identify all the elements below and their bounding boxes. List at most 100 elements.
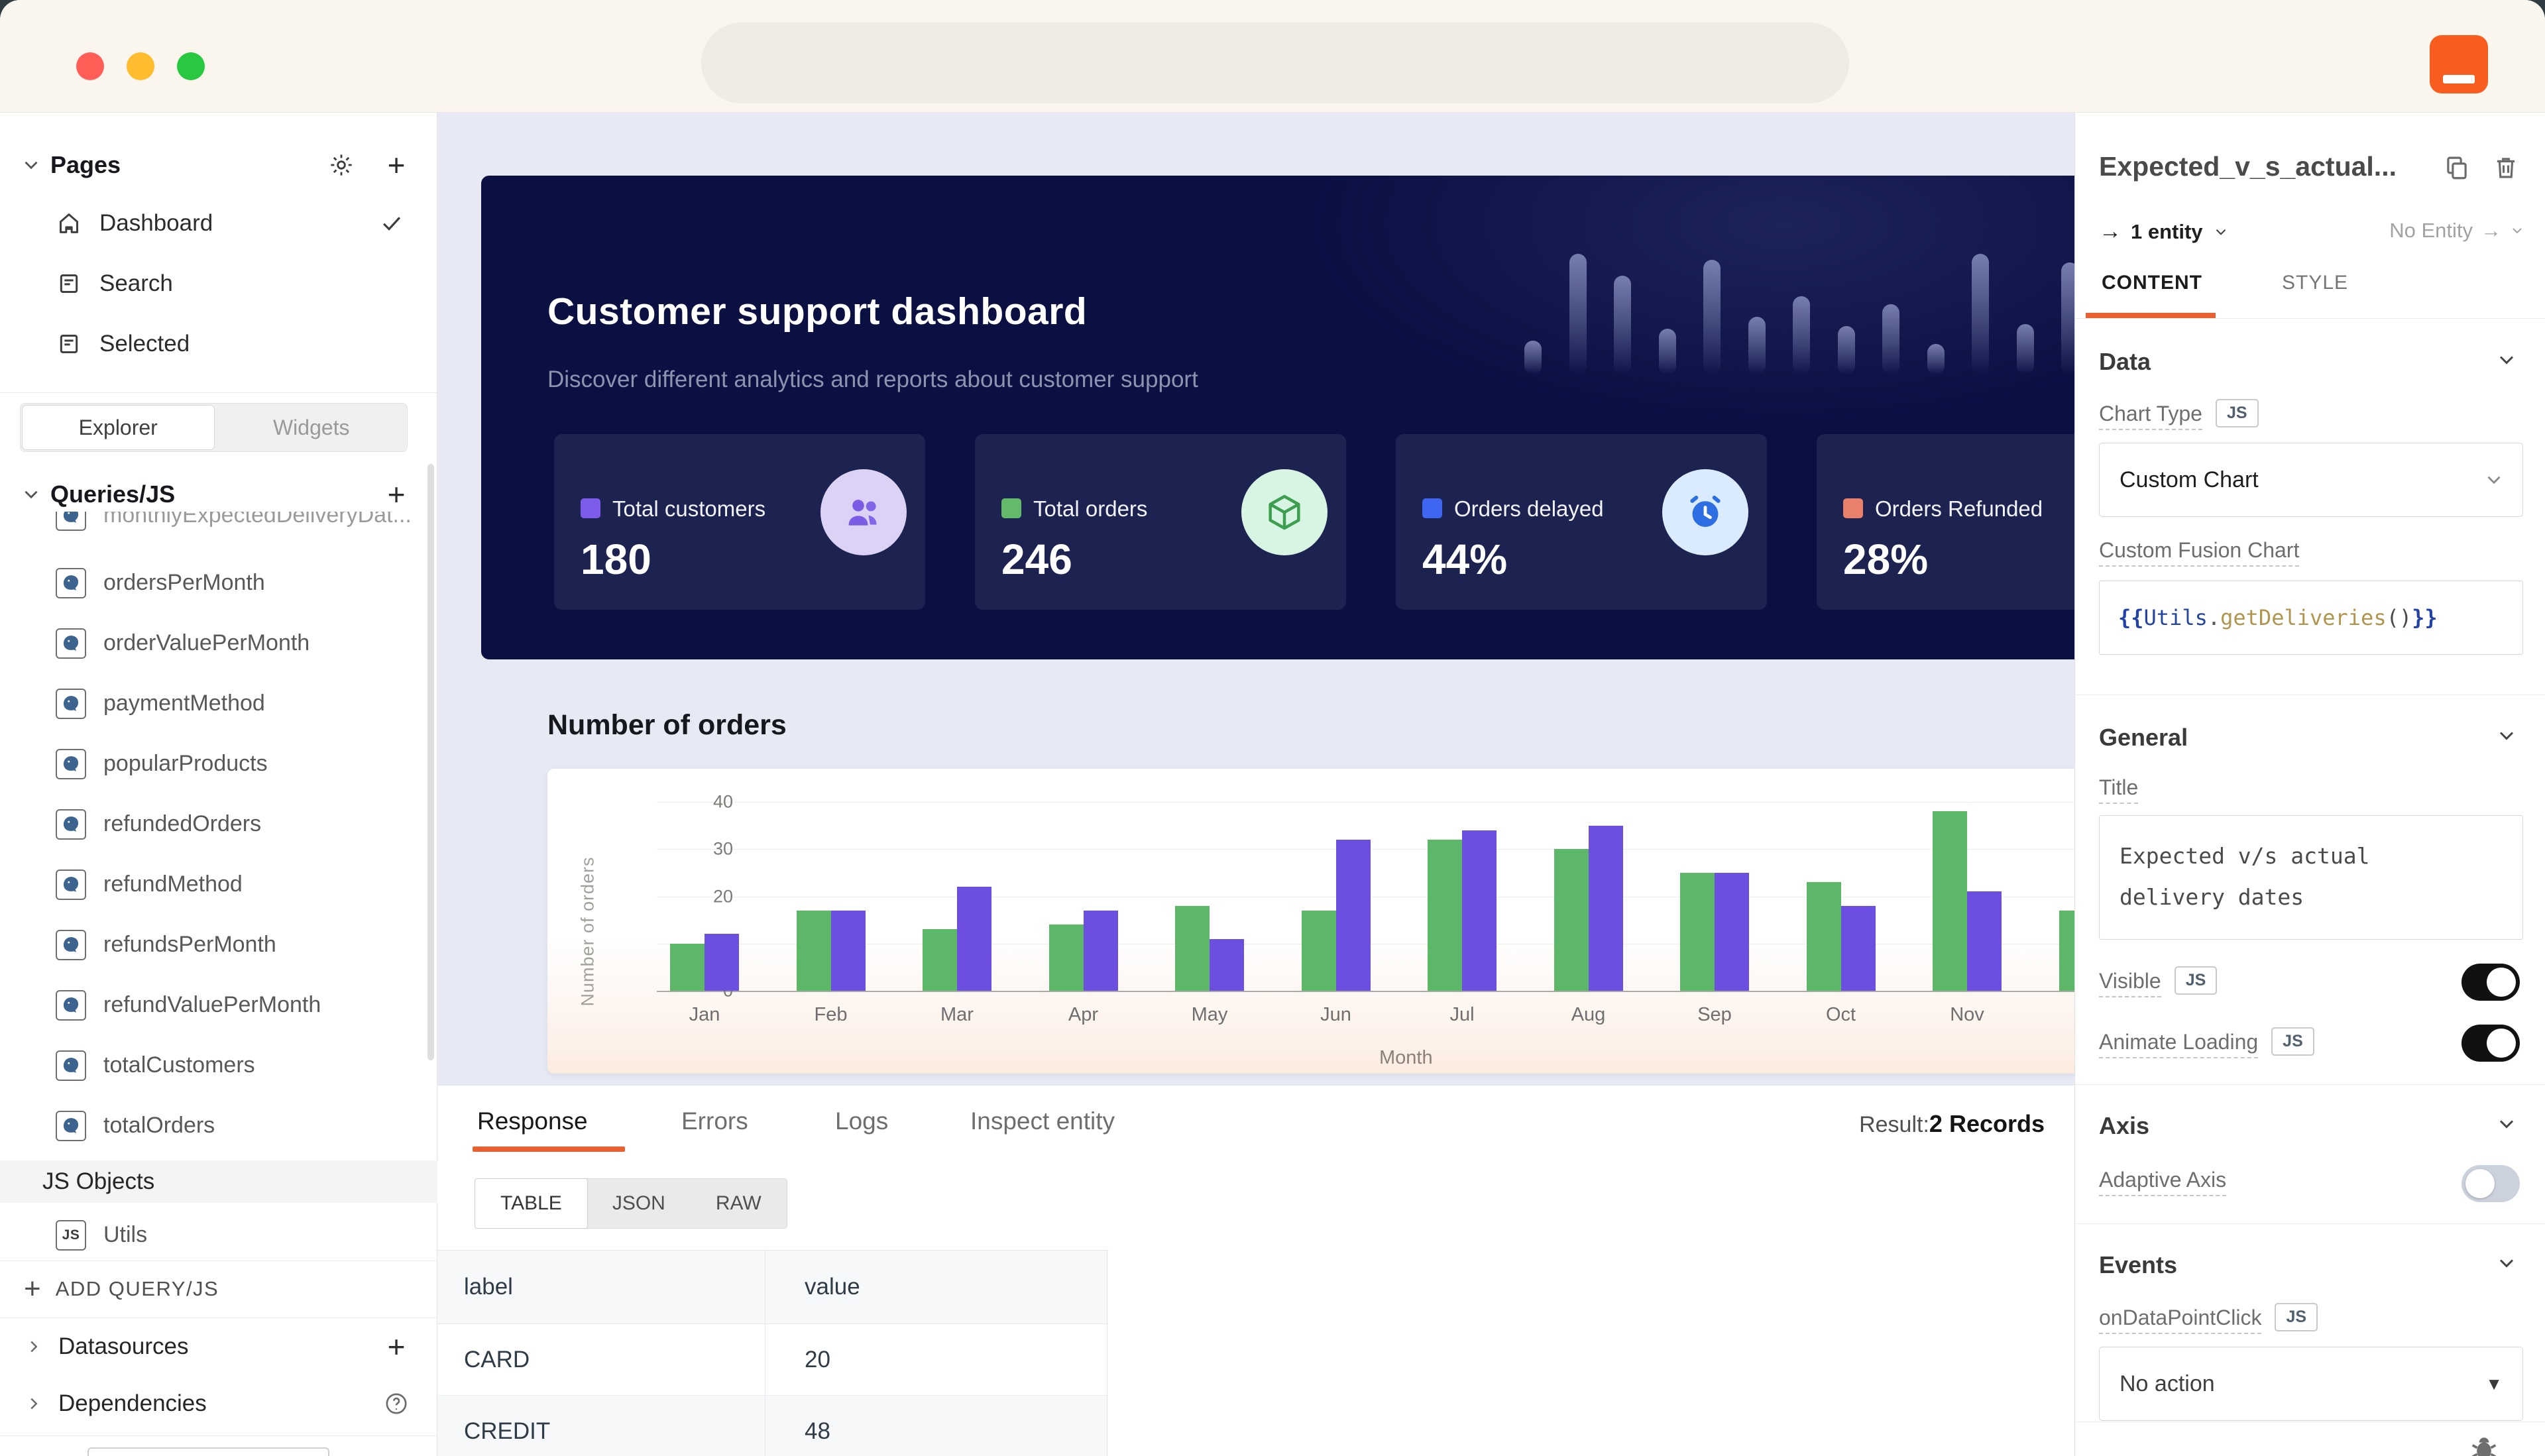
title-input[interactable]: Expected v/s actual delivery dates (2099, 815, 2523, 940)
stat-card[interactable]: Total customers180 (554, 434, 925, 610)
query-item[interactable]: refundValuePerMonth (0, 975, 437, 1035)
query-item[interactable]: refundedOrders (0, 794, 437, 854)
chart-type-label[interactable]: Chart Type (2099, 402, 2202, 430)
animate-loading-label[interactable]: Animate Loading (2099, 1030, 2258, 1058)
js-objects-header[interactable]: JS Objects (0, 1160, 437, 1203)
bar-expected-Sep[interactable] (1680, 873, 1715, 991)
trash-icon[interactable] (2492, 154, 2520, 182)
bar-actual-May[interactable] (1210, 939, 1244, 991)
js-toggle-button[interactable]: JS (2175, 966, 2218, 995)
sidebar-item-datasources[interactable]: Datasources + (0, 1325, 437, 1368)
tab-errors[interactable]: Errors (681, 1107, 748, 1135)
tab-response[interactable]: Response (477, 1107, 588, 1135)
view-table-button[interactable]: TABLE (475, 1178, 588, 1229)
address-bar[interactable] (701, 23, 1849, 103)
bar-actual-Oct[interactable] (1841, 906, 1876, 991)
add-datasource-button[interactable]: + (383, 1333, 410, 1360)
query-item[interactable]: popularProducts (0, 734, 437, 794)
chevron-down-icon[interactable] (2495, 1251, 2518, 1275)
tab-content[interactable]: CONTENT (2102, 272, 2202, 294)
sidebar-item-search[interactable]: Search (0, 262, 437, 305)
debug-bug-icon[interactable] (2467, 1430, 2501, 1456)
adaptive-axis-label[interactable]: Adaptive Axis (2099, 1168, 2226, 1196)
add-query-button[interactable]: + (383, 481, 410, 508)
chevron-down-icon[interactable] (2495, 724, 2518, 748)
bar-actual-Feb[interactable] (831, 911, 866, 991)
bar-actual-Apr[interactable] (1084, 911, 1118, 991)
custom-fusion-chart-input[interactable]: {{Utils.getDeliveries()}} (2099, 581, 2523, 655)
bar-expected-Jun[interactable] (1302, 911, 1336, 991)
query-item[interactable]: orderValuePerMonth (0, 613, 437, 673)
app-logo-icon[interactable] (2430, 35, 2488, 93)
custom-fusion-chart-label[interactable]: Custom Fusion Chart (2099, 538, 2299, 567)
tab-inspect-entity[interactable]: Inspect entity (970, 1107, 1115, 1135)
outgoing-entities[interactable]: No Entity → (2389, 219, 2525, 243)
add-query-js-button[interactable]: + ADD QUERY/JS (24, 1269, 219, 1309)
sidebar-scrollbar[interactable] (427, 464, 434, 1060)
section-general[interactable]: General (2099, 724, 2188, 752)
bar-expected-Jul[interactable] (1428, 840, 1462, 991)
bar-expected-Apr[interactable] (1049, 924, 1084, 991)
sidebar-item-dashboard[interactable]: Dashboard (0, 202, 437, 245)
chevron-down-icon[interactable] (2495, 348, 2518, 372)
js-toggle-button[interactable]: JS (2271, 1027, 2314, 1056)
copy-icon[interactable] (2443, 154, 2471, 182)
js-object-item[interactable]: JSUtils (0, 1205, 437, 1265)
query-item[interactable]: paymentMethod (0, 673, 437, 734)
query-item-clipped[interactable]: monthlyExpectedDeliveryDat... (0, 512, 437, 542)
bar-actual-Sep[interactable] (1715, 873, 1749, 991)
bar-actual-Nov[interactable] (1967, 891, 2002, 991)
sidebar-item-dependencies[interactable]: Dependencies (0, 1382, 437, 1425)
connect-git-button[interactable]: CONNECT GIT (BETA) (87, 1447, 329, 1456)
table-row[interactable]: CARD20 (437, 1324, 1108, 1396)
section-events[interactable]: Events (2099, 1251, 2177, 1279)
js-toggle-button[interactable]: JS (2275, 1303, 2318, 1331)
widget-name[interactable]: Expected_v_s_actual... (2099, 151, 2397, 182)
close-window-button[interactable] (76, 52, 104, 80)
gear-icon[interactable] (328, 152, 355, 178)
maximize-window-button[interactable] (177, 52, 205, 80)
query-item[interactable]: refundMethod (0, 854, 437, 915)
help-icon[interactable] (383, 1390, 410, 1417)
section-axis[interactable]: Axis (2099, 1112, 2149, 1140)
bar-expected-Mar[interactable] (923, 929, 957, 991)
on-data-point-click-label[interactable]: onDataPointClick (2099, 1306, 2261, 1334)
bar-actual-Aug[interactable] (1589, 826, 1623, 991)
bar-expected-Oct[interactable] (1807, 882, 1841, 991)
bar-actual-Jul[interactable] (1462, 830, 1497, 991)
bar-expected-Jan[interactable] (670, 944, 705, 991)
action-select[interactable]: No action ▼ (2099, 1347, 2523, 1421)
bar-expected-Feb[interactable] (797, 911, 831, 991)
pages-section-header[interactable]: Pages + (0, 144, 437, 186)
view-json-button[interactable]: JSON (587, 1179, 691, 1228)
table-row[interactable]: CREDIT48 (437, 1396, 1108, 1456)
adaptive-axis-toggle[interactable] (2461, 1165, 2520, 1202)
bar-actual-Jun[interactable] (1336, 840, 1371, 991)
incoming-entities[interactable]: → 1 entity (2099, 219, 2230, 245)
view-raw-button[interactable]: RAW (691, 1179, 787, 1228)
bar-actual-Mar[interactable] (957, 887, 991, 991)
visible-label[interactable]: Visible (2099, 969, 2161, 997)
query-item[interactable]: totalOrders (0, 1095, 437, 1156)
tab-style[interactable]: STYLE (2282, 272, 2348, 294)
orders-bar-chart[interactable]: Number of orders 403020100JanFebMarAprMa… (547, 769, 2244, 1074)
query-item[interactable]: totalCustomers (0, 1035, 437, 1095)
sidebar-item-selected[interactable]: Selected (0, 323, 437, 365)
stat-card[interactable]: Orders delayed44% (1396, 434, 1767, 610)
query-item[interactable]: ordersPerMonth (0, 553, 437, 613)
query-item[interactable]: refundsPerMonth (0, 915, 437, 975)
bar-actual-Jan[interactable] (705, 934, 739, 991)
tab-explorer[interactable]: Explorer (22, 405, 215, 450)
section-data[interactable]: Data (2099, 348, 2151, 376)
bar-expected-May[interactable] (1175, 906, 1210, 991)
bar-expected-Nov[interactable] (1933, 811, 1967, 991)
minimize-window-button[interactable] (127, 52, 154, 80)
tab-logs[interactable]: Logs (835, 1107, 888, 1135)
title-label[interactable]: Title (2099, 775, 2138, 804)
bar-expected-Aug[interactable] (1554, 849, 1589, 991)
chart-type-select[interactable]: Custom Chart (2099, 443, 2523, 517)
add-page-button[interactable]: + (383, 152, 410, 178)
visible-toggle[interactable] (2461, 964, 2520, 1001)
js-toggle-button[interactable]: JS (2216, 399, 2259, 427)
chevron-down-icon[interactable] (2495, 1112, 2518, 1136)
